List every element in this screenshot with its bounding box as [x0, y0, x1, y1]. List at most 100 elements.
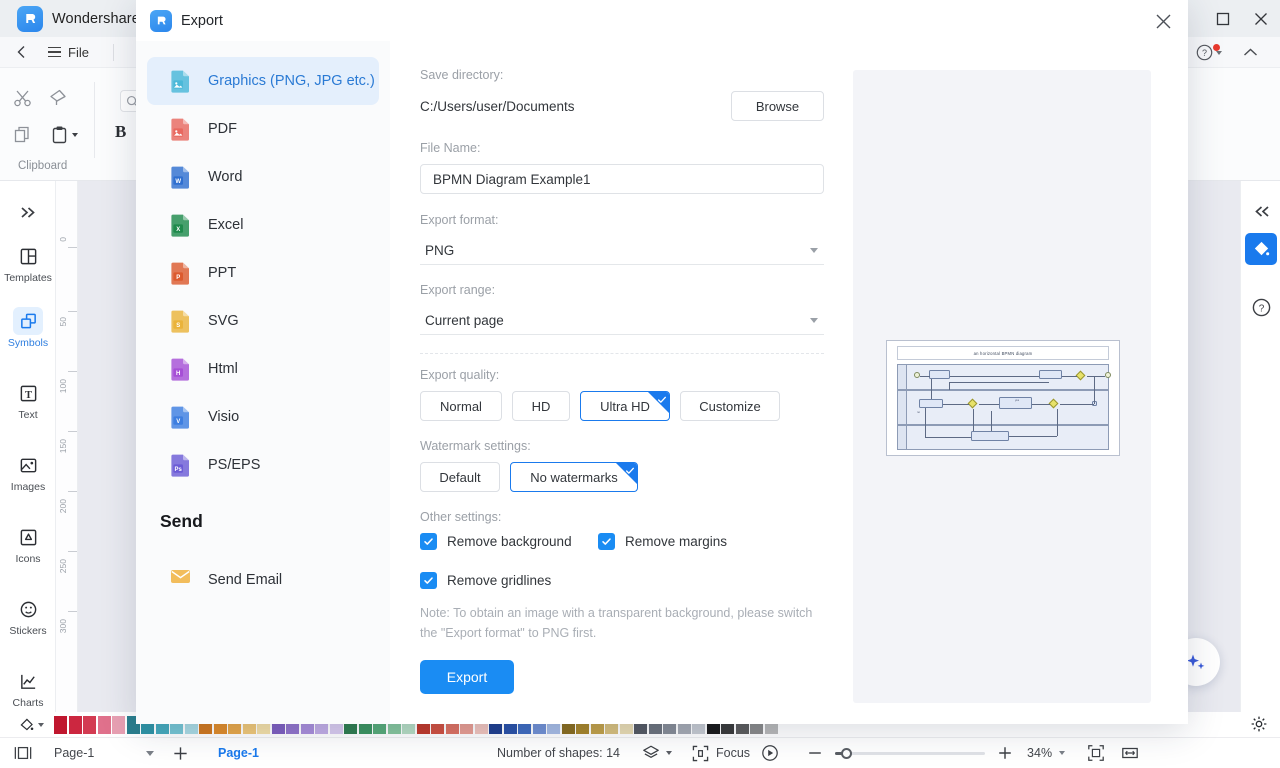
- format-item-pdf[interactable]: PDF: [147, 105, 379, 153]
- zoom-in-button[interactable]: [997, 745, 1013, 761]
- export-button[interactable]: Export: [420, 660, 514, 694]
- rail-expand-button[interactable]: [0, 197, 56, 227]
- layers-button[interactable]: [642, 744, 672, 762]
- fill-color-button[interactable]: [1245, 233, 1277, 265]
- format-item-graphics-png-jpg-etc[interactable]: Graphics (PNG, JPG etc.): [147, 57, 379, 105]
- quality-option-ultra-hd[interactable]: Ultra HD: [580, 391, 670, 421]
- checkbox-remove-gridlines[interactable]: Remove gridlines: [420, 572, 824, 589]
- right-rail-help-button[interactable]: ?: [1245, 291, 1277, 323]
- format-item-ps-eps[interactable]: Ps PS/EPS: [147, 441, 379, 489]
- zoom-slider[interactable]: [835, 747, 986, 759]
- send-email-item[interactable]: Send Email: [147, 556, 379, 604]
- page-tab-page-1[interactable]: Page-1: [218, 746, 259, 760]
- quality-option-hd[interactable]: HD: [512, 391, 570, 421]
- color-swatch[interactable]: [68, 715, 82, 734]
- sidebar-item-label: Templates: [4, 272, 52, 284]
- add-page-button[interactable]: [172, 745, 189, 762]
- color-swatch[interactable]: [97, 715, 111, 734]
- cut-scissors-icon[interactable]: [13, 88, 33, 113]
- watermark-option-no-watermarks[interactable]: No watermarks: [510, 462, 638, 492]
- play-circle-icon: [762, 745, 778, 761]
- save-directory-row: C:/Users/user/Documents Browse: [420, 91, 824, 121]
- export-dialog: Export Graphics (PNG, JPG etc.) PDF W Word X…: [136, 0, 1188, 724]
- page-select-value: Page-1: [54, 746, 95, 760]
- sidebar-item-label: Stickers: [9, 625, 47, 637]
- right-rail-collapse-button[interactable]: [1245, 195, 1277, 227]
- stickers-icon: [13, 595, 43, 623]
- collapse-ribbon-button[interactable]: [1243, 37, 1258, 68]
- sidebar-item-text[interactable]: T Text: [0, 378, 56, 421]
- menu-divider: [113, 44, 114, 61]
- browse-button[interactable]: Browse: [731, 91, 824, 121]
- format-painter-icon[interactable]: [48, 88, 68, 113]
- preview-canvas: an horizontal BPMN diagram no yes: [853, 70, 1151, 703]
- chip-label: Normal: [440, 398, 482, 414]
- chip-label: Default: [439, 469, 481, 485]
- close-icon[interactable]: [1148, 6, 1178, 36]
- watermark-option-default[interactable]: Default: [420, 462, 500, 492]
- format-item-visio[interactable]: V Visio: [147, 393, 379, 441]
- export-range-value: Current page: [425, 312, 504, 328]
- bold-icon[interactable]: B: [115, 122, 126, 142]
- presentation-button[interactable]: [761, 744, 779, 762]
- sidebar-item-symbols[interactable]: Symbols: [0, 306, 56, 349]
- export-quality-options: Normal HD Ultra HD Customize: [420, 391, 824, 421]
- sidebar-item-templates[interactable]: Templates: [0, 241, 56, 284]
- export-dialog-body: Graphics (PNG, JPG etc.) PDF W Word X Excel P P…: [136, 41, 1188, 724]
- settings-button[interactable]: [1250, 715, 1268, 738]
- ruler-tick-label: 200: [58, 499, 68, 514]
- format-item-ppt[interactable]: P PPT: [147, 249, 379, 297]
- back-arrow-icon[interactable]: [12, 45, 30, 59]
- paste-icon[interactable]: [50, 125, 70, 150]
- page-view-button[interactable]: [14, 746, 32, 760]
- paste-dropdown-icon[interactable]: [72, 133, 78, 137]
- export-settings-panel: Save directory: C:/Users/user/Documents …: [390, 41, 852, 724]
- sidebar-item-images[interactable]: Images: [0, 450, 56, 493]
- sidebar-item-stickers[interactable]: Stickers: [0, 594, 56, 637]
- checkbox-remove-background[interactable]: Remove background: [420, 533, 598, 550]
- word-file-icon: W: [170, 165, 192, 189]
- help-button[interactable]: ?: [1196, 37, 1222, 68]
- zoom-slider-handle[interactable]: [841, 747, 853, 759]
- export-range-select[interactable]: Current page: [420, 306, 824, 335]
- file-name-input[interactable]: BPMN Diagram Example1: [420, 164, 824, 194]
- zoom-level-dropdown[interactable]: 34%: [1027, 746, 1066, 760]
- close-icon[interactable]: [1242, 0, 1280, 37]
- minus-icon: [809, 752, 821, 754]
- task-node: [919, 399, 943, 408]
- sidebar-item-charts[interactable]: Charts: [0, 666, 56, 709]
- format-item-label: Graphics (PNG, JPG etc.): [208, 73, 375, 89]
- format-item-label: PDF: [208, 121, 237, 137]
- fit-page-button[interactable]: [1087, 744, 1105, 762]
- sidebar-item-icons[interactable]: Icons: [0, 522, 56, 565]
- checkbox-label: Remove background: [447, 534, 572, 549]
- file-name-label: File Name:: [420, 141, 481, 155]
- format-item-word[interactable]: W Word: [147, 153, 379, 201]
- export-format-value: PNG: [425, 242, 455, 258]
- format-item-svg[interactable]: S SVG: [147, 297, 379, 345]
- svg-text:X: X: [176, 227, 180, 233]
- export-format-select[interactable]: PNG: [420, 236, 824, 265]
- chip-label: No watermarks: [530, 469, 618, 485]
- file-menu-button[interactable]: File: [48, 45, 89, 60]
- sidebar-item-label: Charts: [12, 697, 44, 709]
- color-swatch[interactable]: [112, 715, 125, 734]
- color-swatch[interactable]: [54, 715, 67, 734]
- fit-width-button[interactable]: [1121, 744, 1139, 762]
- format-item-excel[interactable]: X Excel: [147, 201, 379, 249]
- checkbox-remove-margins[interactable]: Remove margins: [598, 533, 727, 550]
- ruler-tick-label: 300: [58, 619, 68, 634]
- quality-option-normal[interactable]: Normal: [420, 391, 502, 421]
- copy-icon[interactable]: [13, 125, 33, 150]
- fill-color-picker[interactable]: [8, 716, 54, 733]
- format-item-html[interactable]: H Html: [147, 345, 379, 393]
- svg-text:?: ?: [1202, 48, 1207, 58]
- focus-mode-button[interactable]: Focus: [692, 745, 750, 762]
- focus-icon: [692, 745, 709, 761]
- maximize-icon[interactable]: [1204, 0, 1242, 37]
- color-swatch[interactable]: [83, 715, 96, 734]
- export-dialog-header: Export: [136, 0, 1188, 41]
- quality-option-customize[interactable]: Customize: [680, 391, 780, 421]
- zoom-out-button[interactable]: [807, 745, 823, 761]
- page-select-dropdown[interactable]: Page-1: [54, 746, 162, 760]
